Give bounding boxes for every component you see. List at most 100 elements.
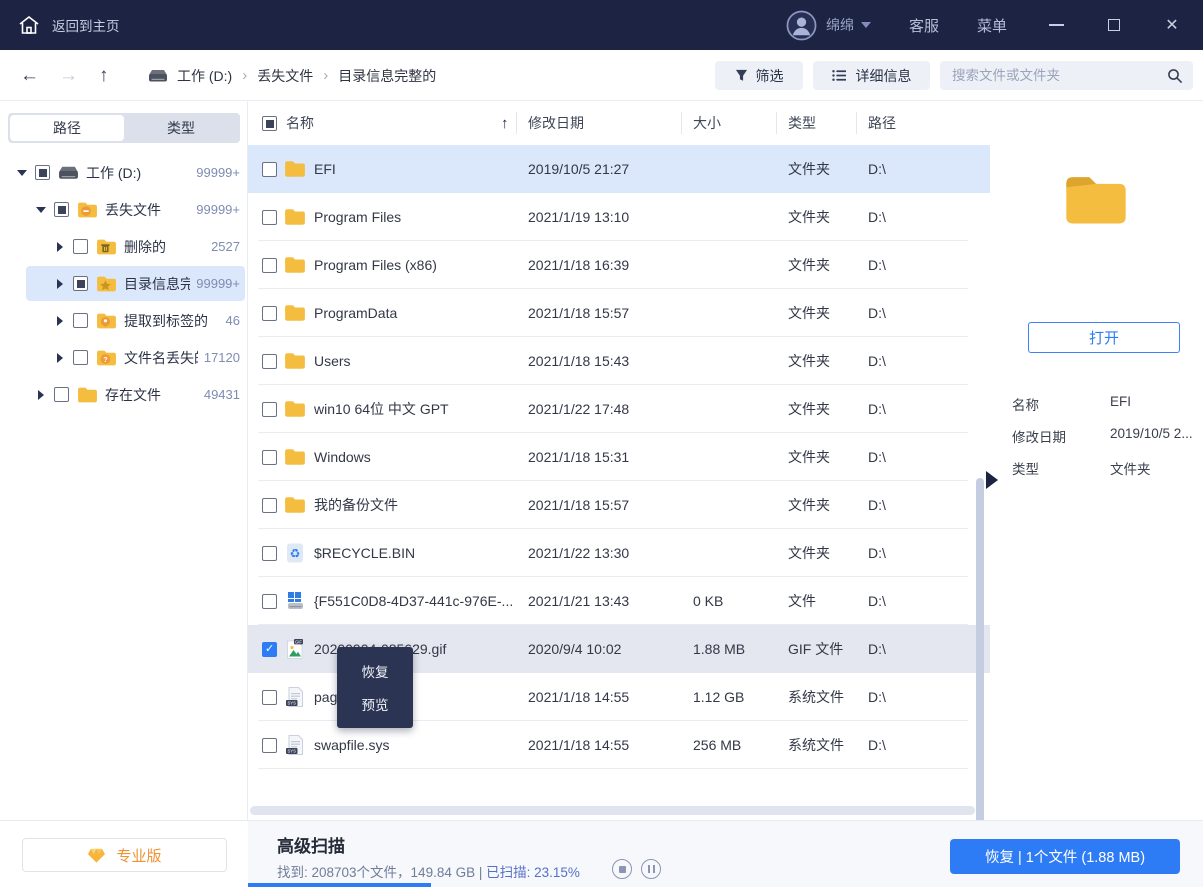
file-path: D:\ — [868, 641, 886, 657]
row-checkbox[interactable] — [262, 546, 277, 561]
row-checkbox[interactable] — [262, 162, 277, 177]
column-header-path[interactable]: 路径 — [868, 101, 896, 145]
table-row[interactable]: ♻ $RECYCLE.BIN 2021/1/22 13:30 文件夹 D:\ — [248, 529, 990, 577]
up-arrow-button[interactable]: ↑ — [99, 50, 109, 101]
row-checkbox[interactable] — [262, 306, 277, 321]
row-checkbox[interactable] — [262, 354, 277, 369]
breadcrumb-item[interactable]: 丢失文件 — [257, 66, 313, 86]
context-menu-item[interactable]: 恢复 — [337, 654, 413, 687]
menu-link[interactable]: 菜单 — [977, 15, 1007, 36]
row-checkbox[interactable] — [262, 594, 277, 609]
back-to-home-label[interactable]: 返回到主页 — [52, 15, 120, 35]
table-row[interactable]: Program Files 2021/1/19 13:10 文件夹 D:\ — [248, 193, 990, 241]
tree-item-count: 99999+ — [196, 276, 240, 291]
table-row[interactable]: SYS swapfile.sys 2021/1/18 14:55 256 MB 系统文件… — [248, 721, 990, 769]
table-row[interactable]: win10 64位 中文 GPT 2021/1/22 17:48 文件夹 D:\ — [248, 385, 990, 433]
collapse-arrow-icon[interactable] — [54, 315, 66, 326]
row-checkbox[interactable] — [262, 402, 277, 417]
open-button[interactable]: 打开 — [1028, 322, 1180, 353]
tree-item[interactable]: 提取到标签的 46 — [0, 302, 248, 339]
tree-checkbox[interactable] — [73, 239, 88, 254]
file-name: Windows — [314, 449, 371, 465]
sort-ascending-icon[interactable]: ↑ — [501, 101, 509, 145]
tree-item[interactable]: 丢失文件 99999+ — [0, 191, 248, 228]
tree-checkbox[interactable] — [35, 165, 50, 180]
avatar[interactable] — [786, 10, 817, 41]
row-checkbox[interactable] — [262, 498, 277, 513]
collapse-panel-arrow[interactable] — [986, 471, 998, 489]
file-type: 文件夹 — [788, 449, 830, 465]
gem-icon — [87, 847, 106, 864]
table-row[interactable]: 我的备份文件 2021/1/18 15:57 文件夹 D:\ — [248, 481, 990, 529]
home-icon[interactable] — [18, 15, 40, 35]
column-header-type[interactable]: 类型 — [788, 101, 816, 145]
table-row[interactable]: EFI 2019/10/5 21:27 文件夹 D:\ — [248, 145, 990, 193]
statusbar: 专业版 高级扫描 找到: 208703个文件，149.84 GB | 已扫描: … — [0, 820, 1203, 887]
folder-star-icon — [96, 275, 117, 293]
tree-item[interactable]: ? 文件名丢失的 17120 — [0, 339, 248, 376]
column-header-name[interactable]: 名称 — [286, 101, 314, 145]
file-type: 文件夹 — [788, 401, 830, 417]
table-row[interactable]: Program Files (x86) 2021/1/18 16:39 文件夹 D:\ — [248, 241, 990, 289]
filter-button[interactable]: 筛选 — [715, 61, 803, 90]
table-row[interactable]: Windows 2021/1/18 15:31 文件夹 D:\ — [248, 433, 990, 481]
table-row[interactable]: ProgramData 2021/1/18 15:57 文件夹 D:\ — [248, 289, 990, 337]
expand-arrow-icon[interactable] — [35, 206, 47, 213]
tree-item-count: 49431 — [203, 387, 240, 402]
file-name: win10 64位 中文 GPT — [314, 401, 449, 417]
column-header-size[interactable]: 大小 — [693, 101, 721, 145]
breadcrumb-item[interactable]: 工作 (D:) — [177, 66, 232, 86]
close-button[interactable]: ✕ — [1163, 16, 1181, 34]
collapse-arrow-icon[interactable] — [35, 389, 47, 400]
tree-item[interactable]: 删除的 2527 — [0, 228, 248, 265]
folder-minus-icon — [77, 201, 98, 219]
collapse-arrow-icon[interactable] — [54, 241, 66, 252]
file-path: D:\ — [868, 401, 886, 417]
pro-version-button[interactable]: 专业版 — [22, 838, 227, 872]
preview-field: 名称 EFI — [990, 394, 1203, 414]
tree-item[interactable]: 工作 (D:) 99999+ — [0, 154, 248, 191]
tree-checkbox[interactable] — [73, 350, 88, 365]
tree-checkbox[interactable] — [73, 276, 88, 291]
row-checkbox[interactable] — [262, 642, 277, 657]
pause-scan-button[interactable] — [641, 859, 661, 879]
select-all-checkbox[interactable] — [262, 116, 277, 131]
chevron-down-icon[interactable] — [860, 22, 871, 28]
row-checkbox[interactable] — [262, 450, 277, 465]
file-size: 0 KB — [693, 593, 724, 609]
minimize-button[interactable] — [1047, 16, 1065, 34]
tree-item[interactable]: 目录信息完整的 99999+ — [0, 265, 248, 302]
row-checkbox[interactable] — [262, 210, 277, 225]
row-checkbox[interactable] — [262, 738, 277, 753]
row-checkbox[interactable] — [262, 258, 277, 273]
column-header-date[interactable]: 修改日期 — [528, 101, 584, 145]
context-menu-item[interactable]: 预览 — [337, 687, 413, 720]
tree-checkbox[interactable] — [73, 313, 88, 328]
row-checkbox[interactable] — [262, 690, 277, 705]
horizontal-scrollbar[interactable] — [250, 806, 975, 815]
breadcrumb-item[interactable]: 目录信息完整的 — [338, 66, 436, 86]
table-row[interactable]: Users 2021/1/18 15:43 文件夹 D:\ — [248, 337, 990, 385]
collapse-arrow-icon[interactable] — [54, 352, 66, 363]
preview-field-label: 名称 — [1012, 398, 1039, 413]
recover-button[interactable]: 恢复 | 1个文件 (1.88 MB) — [950, 839, 1180, 874]
tree-item[interactable]: 存在文件 49431 — [0, 376, 248, 413]
svg-text:SYS: SYS — [288, 749, 297, 754]
stop-scan-button[interactable] — [612, 859, 632, 879]
tab-path[interactable]: 路径 — [10, 115, 124, 141]
tree-checkbox[interactable] — [54, 387, 69, 402]
back-arrow-button[interactable]: ← — [20, 50, 39, 101]
expand-arrow-icon[interactable] — [16, 169, 28, 176]
collapse-arrow-icon[interactable] — [54, 278, 66, 289]
search-icon[interactable] — [1167, 68, 1183, 84]
breadcrumb-separator: › — [323, 67, 329, 84]
maximize-button[interactable] — [1105, 16, 1123, 34]
details-view-button[interactable]: 详细信息 — [813, 61, 930, 90]
tree-checkbox[interactable] — [54, 202, 69, 217]
tab-type[interactable]: 类型 — [124, 115, 238, 141]
table-row[interactable]: {F551C0D8-4D37-441c-976E-... 2021/1/21 13… — [248, 577, 990, 625]
search-input[interactable] — [940, 61, 1193, 90]
username[interactable]: 绵绵 — [826, 15, 854, 35]
support-link[interactable]: 客服 — [909, 15, 939, 36]
folder-file-icon — [284, 302, 306, 324]
